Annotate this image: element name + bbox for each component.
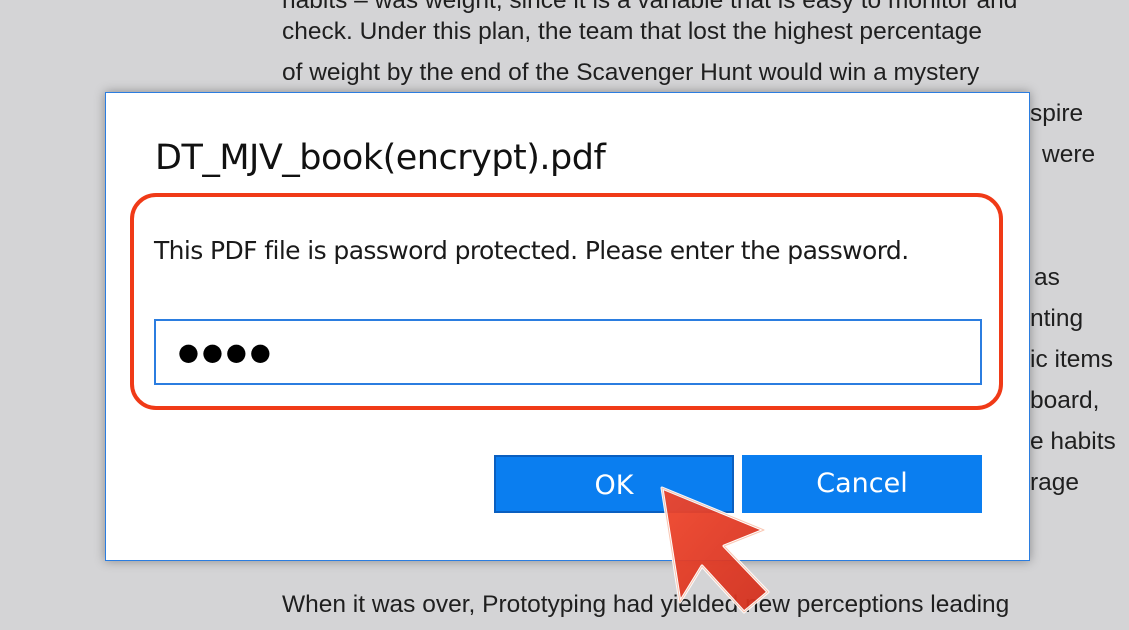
document-line: check. Under this plan, the team that lo… bbox=[282, 18, 983, 45]
document-line: habits – was weight, since it is a varia… bbox=[282, 0, 1018, 14]
pointer-arrow-icon bbox=[660, 486, 770, 614]
password-field[interactable] bbox=[154, 319, 982, 385]
dialog-message: This PDF file is password protected. Ple… bbox=[154, 236, 909, 265]
document-line-fragment: board, bbox=[1030, 387, 1100, 414]
document-line-fragment: nting bbox=[1030, 305, 1084, 332]
document-line: of weight by the end of the Scavenger Hu… bbox=[282, 59, 980, 86]
document-line-fragment: were bbox=[1042, 141, 1096, 168]
document-line-fragment: rage bbox=[1030, 469, 1080, 496]
document-line-fragment: spire bbox=[1030, 100, 1084, 127]
password-dialog: DT_MJV_book(encrypt).pdf This PDF file i… bbox=[105, 92, 1030, 561]
document-line-fragment: ic items bbox=[1030, 346, 1114, 373]
document-line-fragment: as bbox=[1034, 264, 1060, 291]
document-line-fragment: e habits bbox=[1030, 428, 1116, 455]
dialog-title: DT_MJV_book(encrypt).pdf bbox=[155, 138, 606, 178]
